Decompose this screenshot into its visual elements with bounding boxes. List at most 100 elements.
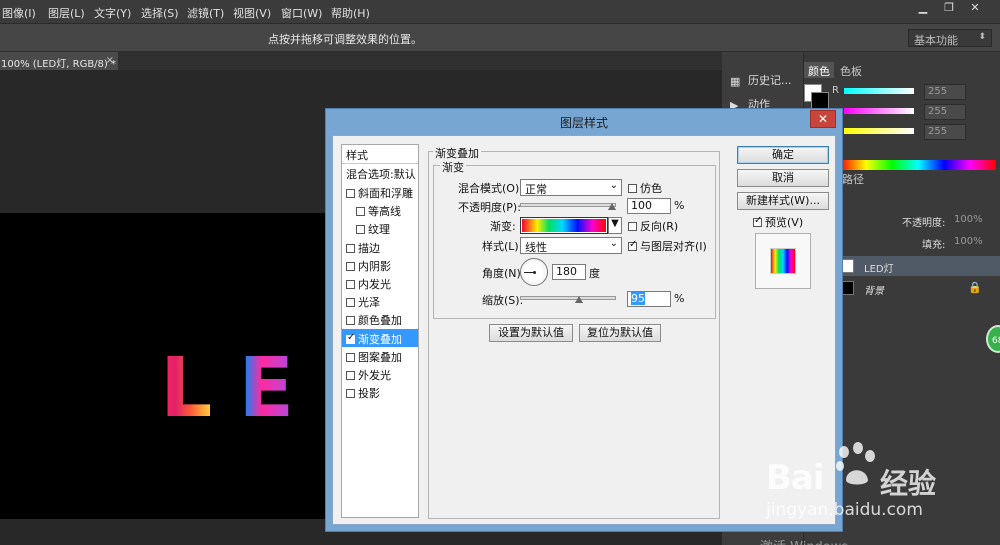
opacity-slider[interactable] (520, 200, 616, 210)
menu-help[interactable]: 帮助(H) (331, 5, 370, 21)
scale-slider[interactable] (520, 293, 616, 303)
watermark-brand-suffix: 经验 (880, 467, 937, 500)
style-list-item[interactable]: 投影 (342, 383, 418, 401)
style-label: 样式(L): (482, 240, 523, 253)
gradient-dropdown-button[interactable]: ▼ (608, 217, 622, 234)
preview-checkbox[interactable]: 预览(V) (753, 214, 803, 230)
menu-view[interactable]: 视图(V) (233, 5, 271, 21)
styles-header[interactable]: 样式 (342, 145, 418, 164)
ok-button[interactable]: 确定 (737, 146, 829, 164)
dither-checkbox[interactable]: 仿色 (628, 180, 662, 196)
make-default-button[interactable]: 设置为默认值 (489, 324, 573, 342)
slider-knob-icon[interactable] (575, 296, 584, 304)
menu-window[interactable]: 窗口(W) (281, 5, 322, 21)
style-list-item[interactable]: 渐变叠加 (342, 328, 418, 347)
reverse-checkbox[interactable]: 反向(R) (628, 218, 678, 234)
workspace-switcher[interactable]: 基本功能 ⬍ (908, 29, 992, 47)
blending-options-item[interactable]: 混合选项:默认 (342, 164, 418, 182)
align-with-layer-checkbox[interactable]: 与图层对齐(I) (628, 238, 707, 254)
reset-default-button[interactable]: 复位为默认值 (579, 324, 661, 342)
restore-icon[interactable]: ❐ (936, 0, 962, 18)
close-window-icon[interactable]: ✕ (962, 0, 988, 18)
checkbox-icon[interactable] (346, 189, 355, 198)
opacity-input[interactable]: 100 (627, 198, 671, 214)
angle-dial-center (533, 271, 536, 274)
style-list-item-label: 外发光 (358, 369, 391, 382)
gradient-style-select[interactable]: 线性 ⌄ (520, 237, 622, 254)
menu-image[interactable]: 图像(I) (2, 5, 36, 21)
close-tab-icon[interactable]: × (106, 55, 114, 66)
checkbox-icon[interactable] (346, 261, 355, 271)
style-list-item[interactable]: 外发光 (342, 365, 418, 383)
menu-select[interactable]: 选择(S) (141, 5, 179, 21)
document-tab[interactable]: 100% (LED灯, RGB/8) * × (0, 52, 118, 70)
style-list-item-label: 内发光 (358, 278, 391, 291)
angle-dial[interactable] (520, 258, 548, 286)
new-style-button[interactable]: 新建样式(W)... (737, 192, 829, 210)
checkbox-icon[interactable] (346, 352, 355, 362)
style-list-item[interactable]: 纹理 (342, 219, 418, 237)
green-track[interactable] (844, 108, 914, 114)
style-list-item[interactable]: 斜面和浮雕 (342, 183, 418, 201)
blend-mode-label: 混合模式(O): (458, 182, 523, 195)
menu-type[interactable]: 文字(Y) (94, 5, 131, 21)
checkbox-icon[interactable] (346, 389, 355, 399)
slider-knob-icon[interactable] (608, 203, 616, 211)
activate-windows-text: 激活 Windows (760, 536, 848, 545)
preview-label: 预览(V) (765, 216, 804, 229)
style-list-item[interactable]: 光泽 (342, 292, 418, 310)
gradient-style-value: 线性 (525, 241, 547, 254)
style-list-item-label: 投影 (358, 387, 380, 401)
checkbox-icon[interactable] (346, 298, 355, 308)
tab-color[interactable]: 颜色 (804, 62, 834, 78)
red-track[interactable] (844, 88, 914, 94)
gradient-overlay-section: 渐变叠加 渐变 混合模式(O): 正常 ⌄ 仿色 不透明度(P): 100 % … (428, 145, 720, 519)
style-list-item[interactable]: 等高线 (342, 201, 418, 219)
watermark-brand: Bai (766, 458, 825, 498)
menu-layer[interactable]: 图层(L) (48, 5, 85, 21)
blend-mode-value: 正常 (525, 183, 547, 196)
green-value[interactable]: 255 (924, 104, 966, 120)
gradient-picker[interactable] (520, 217, 608, 234)
triangle-down-icon: ▼ (611, 218, 619, 229)
style-list-item[interactable]: 描边 (342, 238, 418, 256)
chevron-down-icon: ⌄ (609, 238, 618, 249)
layer-fill-value[interactable]: 100% (954, 236, 983, 247)
blend-mode-select[interactable]: 正常 ⌄ (520, 179, 622, 196)
checkbox-icon[interactable] (346, 371, 355, 380)
layer-name: 背景 (864, 286, 884, 297)
baidu-paw-logo-icon (836, 442, 875, 485)
checkbox-icon[interactable] (356, 225, 365, 235)
menu-filter[interactable]: 滤镜(T) (187, 5, 224, 21)
chevron-down-icon: ⬍ (978, 32, 986, 42)
style-list-item[interactable]: 图案叠加 (342, 347, 418, 365)
angle-input[interactable]: 180 (552, 264, 586, 280)
minimize-icon[interactable]: ▁ (910, 0, 936, 18)
checkbox-icon[interactable] (346, 316, 355, 326)
checkbox-checked-icon[interactable] (346, 332, 355, 344)
style-list-item[interactable]: 颜色叠加 (342, 310, 418, 328)
style-list-item[interactable]: 内发光 (342, 274, 418, 292)
menu-bar: 图像(I) 图层(L) 文字(Y) 选择(S) 滤镜(T) 视图(V) 窗口(W… (0, 0, 1000, 24)
checkbox-icon (628, 222, 637, 231)
history-panel-button[interactable]: ▦ 历史记... (730, 72, 802, 92)
checkbox-icon[interactable] (346, 280, 355, 289)
blue-value[interactable]: 255 (924, 124, 966, 140)
blue-track[interactable] (844, 128, 914, 134)
cancel-button[interactable]: 取消 (737, 169, 829, 187)
layer-opacity-value[interactable]: 100% (954, 214, 983, 225)
red-value[interactable]: 255 (924, 84, 966, 100)
checkbox-checked-icon (628, 239, 637, 251)
scale-input[interactable]: 95 (627, 291, 671, 307)
lock-icon: 🔒 (968, 281, 982, 294)
tab-swatches[interactable]: 色板 (836, 62, 866, 78)
dialog-close-button[interactable]: ✕ (810, 110, 836, 128)
document-tab-bar: 100% (LED灯, RGB/8) * × (0, 52, 722, 70)
align-label: 与图层对齐(I) (640, 240, 707, 253)
style-list-item-label: 描边 (358, 241, 380, 255)
checkbox-icon[interactable] (356, 207, 365, 217)
style-preview (755, 233, 811, 289)
dialog-body: 样式 混合选项:默认 斜面和浮雕等高线纹理描边内阴影内发光光泽颜色叠加渐变叠加图… (332, 135, 836, 525)
checkbox-icon[interactable] (346, 243, 355, 253)
style-list-item[interactable]: 内阴影 (342, 256, 418, 274)
